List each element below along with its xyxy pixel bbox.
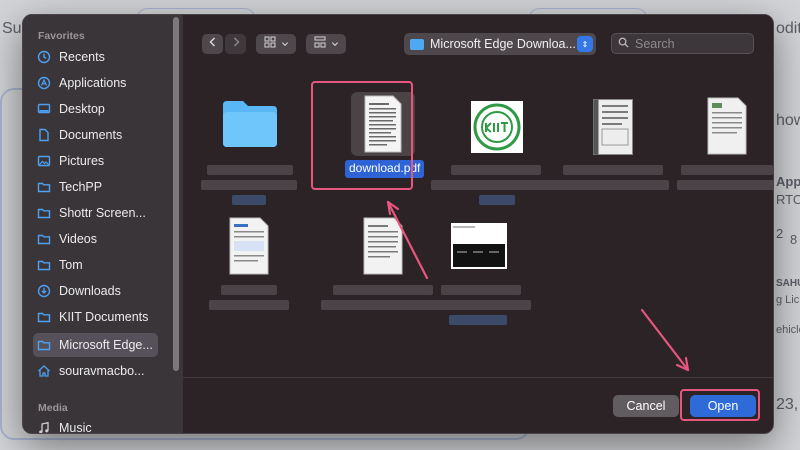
sidebar-item-label: souravmacbo...	[59, 364, 145, 378]
download-icon	[37, 284, 51, 298]
pdf-document-icon	[364, 95, 402, 153]
sidebar-item-label: Pictures	[59, 154, 105, 168]
sidebar-item-recents[interactable]: Recents	[33, 45, 158, 69]
background-text: ehicle	[776, 324, 800, 336]
screenshot-preview-icon	[451, 223, 507, 269]
sidebar: Favorites Recents Applications Desktop D…	[23, 15, 183, 433]
background-text: Apps	[776, 174, 800, 189]
background-text: Su	[2, 20, 22, 37]
grid-icon	[264, 35, 276, 53]
folder-icon	[37, 258, 51, 272]
background-text: odit	[776, 20, 800, 37]
document-icon	[37, 128, 51, 142]
background-text: g Lic	[776, 294, 800, 306]
sidebar-item-microsoft-edge[interactable]: Microsoft Edge...	[33, 333, 158, 357]
file-name-label: download.pdf	[345, 160, 425, 178]
back-button[interactable]	[202, 34, 223, 54]
home-icon	[37, 364, 51, 378]
location-popup[interactable]: Microsoft Edge Downloa... ⇕	[404, 33, 596, 55]
forward-button[interactable]	[225, 34, 246, 54]
sidebar-item-label: TechPP	[59, 180, 103, 194]
folder-icon	[37, 180, 51, 194]
sidebar-item-label: Music	[59, 421, 92, 434]
location-label: Microsoft Edge Downloa...	[430, 37, 576, 51]
sidebar-item-label: Documents	[59, 128, 123, 142]
music-icon	[37, 421, 51, 433]
sidebar-item-tom[interactable]: Tom	[33, 253, 158, 277]
chevron-down-icon	[331, 35, 339, 53]
sidebar-item-label: Microsoft Edge...	[59, 338, 153, 352]
sidebar-scrollbar[interactable]	[173, 17, 179, 371]
background-text: 23,	[776, 396, 799, 413]
sidebar-item-label: Tom	[59, 258, 83, 272]
sidebar-item-label: Desktop	[59, 102, 105, 116]
sidebar-item-techpp[interactable]: TechPP	[33, 175, 158, 199]
kiit-logo-icon	[471, 101, 523, 153]
sidebar-item-label: Recents	[59, 50, 105, 64]
footer-divider	[183, 377, 773, 378]
sidebar-item-documents[interactable]: Documents	[33, 123, 158, 147]
sidebar-item-videos[interactable]: Videos	[33, 227, 158, 251]
sidebar-item-shottr-screenshots[interactable]: Shottr Screen...	[33, 201, 158, 225]
document-preview-icon	[707, 97, 747, 155]
sidebar-item-label: KIIT Documents	[59, 310, 149, 324]
sidebar-item-home[interactable]: souravmacbo...	[33, 359, 158, 383]
folder-icon	[37, 206, 51, 220]
folder-icon	[37, 338, 51, 352]
sidebar-item-kiit-documents[interactable]: KIIT Documents	[33, 305, 158, 329]
folder-icon	[37, 232, 51, 246]
updown-chevron-icon: ⇕	[577, 36, 593, 52]
sidebar-item-music[interactable]: Music	[33, 416, 158, 434]
applications-icon	[37, 76, 51, 90]
search-icon	[618, 37, 629, 51]
document-preview-icon	[229, 217, 269, 275]
chevron-down-icon	[281, 35, 289, 53]
sidebar-item-desktop[interactable]: Desktop	[33, 97, 158, 121]
favorites-heading: Favorites	[38, 30, 85, 42]
view-mode-button[interactable]	[256, 34, 296, 54]
sidebar-item-label: Downloads	[59, 284, 121, 298]
sidebar-item-applications[interactable]: Applications	[33, 71, 158, 95]
open-file-dialog: Favorites Recents Applications Desktop D…	[22, 14, 774, 434]
background-text: how	[776, 112, 800, 129]
sidebar-item-label: Applications	[59, 76, 127, 90]
group-icon	[314, 35, 326, 53]
pictures-icon	[37, 154, 51, 168]
chevron-left-icon	[207, 35, 219, 53]
sidebar-item-pictures[interactable]: Pictures	[33, 149, 158, 173]
clock-icon	[37, 50, 51, 64]
open-button[interactable]: Open	[690, 395, 756, 417]
sidebar-item-label: Videos	[59, 232, 97, 246]
sidebar-item-downloads[interactable]: Downloads	[33, 279, 158, 303]
media-heading: Media	[38, 402, 68, 414]
folder-icon	[223, 101, 277, 147]
cancel-button[interactable]: Cancel	[613, 395, 679, 417]
background-text: 8	[790, 232, 798, 247]
sidebar-item-label: Shottr Screen...	[59, 206, 146, 220]
background-text: 2	[776, 226, 784, 241]
document-preview-icon	[593, 99, 633, 155]
chevron-right-icon	[230, 35, 242, 53]
file-browser: Microsoft Edge Downloa... ⇕ Search downl…	[183, 15, 773, 433]
document-preview-icon	[363, 217, 403, 275]
search-field[interactable]: Search	[611, 33, 754, 54]
folder-icon	[37, 310, 51, 324]
desktop-icon	[37, 102, 51, 116]
background-text: RTO,	[776, 192, 800, 207]
search-placeholder: Search	[635, 36, 675, 51]
background-text: SAHU	[776, 278, 800, 289]
group-button[interactable]	[306, 34, 346, 54]
folder-icon	[410, 38, 424, 50]
